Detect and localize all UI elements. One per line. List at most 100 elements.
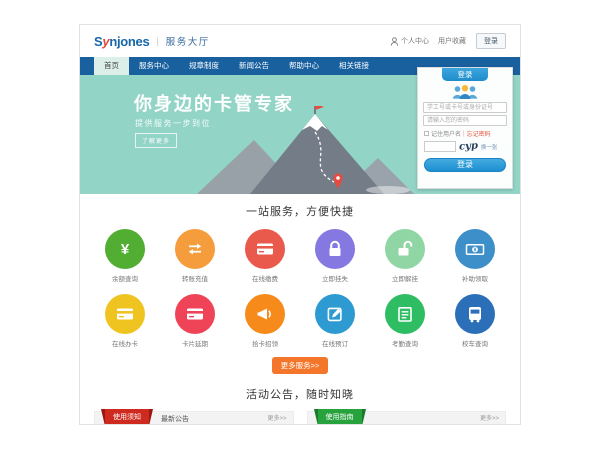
hero-subtitle: 提供服务一步到位: [135, 118, 211, 129]
hero-banner: 你身边的卡管专家 提供服务一步到位 了解更多 登录 记住用户名 | 忘记密码 c…: [80, 75, 520, 194]
service-icon-circle[interactable]: [245, 294, 285, 334]
service-icon-circle[interactable]: [105, 294, 145, 334]
attendance-list-icon: [395, 304, 415, 324]
service-icon-circle[interactable]: [385, 229, 425, 269]
forgot-password-link[interactable]: 忘记密码: [467, 129, 491, 138]
nav-item-service-center[interactable]: 服务中心: [129, 57, 179, 75]
site-name: 服务大厅: [166, 34, 210, 48]
users-group-icon: [450, 84, 480, 100]
svg-text:¥: ¥: [474, 247, 477, 253]
announcement-panel-left: 使用须知 最新公告 更多>>: [94, 411, 294, 425]
announcement-panel-right: 使用指南 更多>>: [307, 411, 507, 425]
hero-title: 你身边的卡管专家: [134, 90, 294, 116]
card-icon: [115, 304, 135, 324]
service-portal-page: Synjones | 服务大厅 个人中心 用户收藏 登录 首页 服务中心 规章制…: [79, 24, 521, 425]
services-title: 一站服务，方便快捷: [80, 203, 520, 219]
mountain-illustration: [192, 106, 417, 194]
banknote-icon: ¥: [465, 239, 485, 259]
header: Synjones | 服务大厅 个人中心 用户收藏 登录: [80, 25, 520, 57]
service-icon-circle[interactable]: [175, 294, 215, 334]
right-panel-tab-bar: 使用指南 更多>>: [307, 411, 507, 425]
service-label: 余额查询: [90, 273, 160, 283]
nav-item-help-center[interactable]: 帮助中心: [279, 57, 329, 75]
right-more-link[interactable]: 更多>>: [480, 412, 505, 425]
edit-pencil-icon: [325, 304, 345, 324]
service-label: 补助领取: [440, 273, 510, 283]
service-icon-circle[interactable]: ¥: [105, 229, 145, 269]
login-submit-button[interactable]: 登录: [424, 158, 506, 172]
service-item[interactable]: ¥ 补助领取: [440, 229, 510, 283]
service-label: 立即挂失: [300, 273, 370, 283]
lock-icon: [325, 239, 345, 259]
latest-announcements-tab[interactable]: 最新公告: [149, 412, 201, 425]
megaphone-icon: [255, 304, 275, 324]
service-item[interactable]: 考勤查询: [370, 294, 440, 348]
left-more-link[interactable]: 更多>>: [267, 412, 292, 425]
service-icon-circle[interactable]: [385, 294, 425, 334]
nav-item-rules[interactable]: 规章制度: [179, 57, 229, 75]
unlock-icon: [395, 239, 415, 259]
service-item[interactable]: 在线办卡: [90, 294, 160, 348]
remember-checkbox[interactable]: [424, 131, 429, 136]
service-item[interactable]: 校车查询: [440, 294, 510, 348]
user-favorites-label: 用户收藏: [438, 36, 466, 46]
usage-guide-ribbon-tab[interactable]: 使用指南: [318, 409, 362, 425]
usage-notes-ribbon-tab[interactable]: 使用须知: [105, 409, 149, 425]
service-icon-circle[interactable]: [245, 229, 285, 269]
service-item[interactable]: 拾卡招领: [230, 294, 300, 348]
services-section: 一站服务，方便快捷 ¥ 余额查询转账充值在线缴费立即挂失立即解挂 ¥ 补助领取在线办卡…: [80, 194, 520, 374]
service-label: 在线缴费: [230, 273, 300, 283]
nav-item-links[interactable]: 相关链接: [329, 57, 379, 75]
options-separator: |: [463, 131, 465, 137]
left-panel-tab-bar: 使用须知 最新公告 更多>>: [94, 411, 294, 425]
logo-text-rest: njones: [109, 34, 149, 49]
announcements-title: 活动公告，随时知晓: [80, 386, 520, 402]
card-icon: [185, 304, 205, 324]
card-icon: [255, 239, 275, 259]
yuan-icon: ¥: [121, 242, 129, 257]
logo-accent-y: y: [102, 34, 109, 49]
service-icon-circle[interactable]: [315, 229, 355, 269]
login-tab[interactable]: 登录: [442, 68, 488, 81]
transfer-arrows-icon: [185, 239, 205, 259]
services-grid: ¥ 余额查询转账充值在线缴费立即挂失立即解挂 ¥ 补助领取在线办卡卡片延期拾卡招领在线…: [90, 229, 510, 348]
login-options-row: 记住用户名 | 忘记密码: [424, 129, 506, 138]
user-favorites-link[interactable]: 用户收藏: [438, 36, 466, 46]
nav-item-news[interactable]: 新闻公告: [229, 57, 279, 75]
service-icon-circle[interactable]: ¥: [455, 229, 495, 269]
service-item[interactable]: 立即挂失: [300, 229, 370, 283]
user-icon: [390, 37, 399, 46]
service-label: 在线预订: [300, 338, 370, 348]
service-label: 立即解挂: [370, 273, 440, 283]
captcha-image[interactable]: cyp: [459, 140, 479, 152]
service-icon-circle[interactable]: [315, 294, 355, 334]
password-input[interactable]: [423, 115, 507, 126]
service-item[interactable]: ¥ 余额查询: [90, 229, 160, 283]
header-login-button[interactable]: 登录: [476, 33, 506, 49]
service-label: 卡片延期: [160, 338, 230, 348]
service-item[interactable]: 卡片延期: [160, 294, 230, 348]
username-input[interactable]: [423, 102, 507, 113]
hero-cta-button[interactable]: 了解更多: [135, 133, 177, 148]
header-divider: |: [156, 36, 158, 46]
service-label: 转账充值: [160, 273, 230, 283]
service-icon-circle[interactable]: [455, 294, 495, 334]
service-item[interactable]: 立即解挂: [370, 229, 440, 283]
service-item[interactable]: 在线缴费: [230, 229, 300, 283]
announcements-section: 活动公告，随时知晓 使用须知 最新公告 更多>> 使用指南 更多>>: [80, 386, 520, 425]
service-label: 拾卡招领: [230, 338, 300, 348]
service-icon-circle[interactable]: [175, 229, 215, 269]
personal-center-link[interactable]: 个人中心: [390, 36, 429, 46]
more-services-button[interactable]: 更多服务>>: [272, 357, 329, 374]
captcha-refresh-link[interactable]: 换一张: [481, 143, 498, 151]
remember-label: 记住用户名: [431, 129, 461, 138]
logo[interactable]: Synjones: [94, 34, 149, 49]
service-item[interactable]: 在线预订: [300, 294, 370, 348]
service-label: 校车查询: [440, 338, 510, 348]
login-panel: 登录 记住用户名 | 忘记密码 cyp 换一张 登录: [417, 67, 513, 189]
service-item[interactable]: 转账充值: [160, 229, 230, 283]
captcha-input[interactable]: [424, 141, 456, 152]
personal-center-label: 个人中心: [401, 36, 429, 46]
service-label: 在线办卡: [90, 338, 160, 348]
nav-item-home[interactable]: 首页: [94, 57, 129, 75]
